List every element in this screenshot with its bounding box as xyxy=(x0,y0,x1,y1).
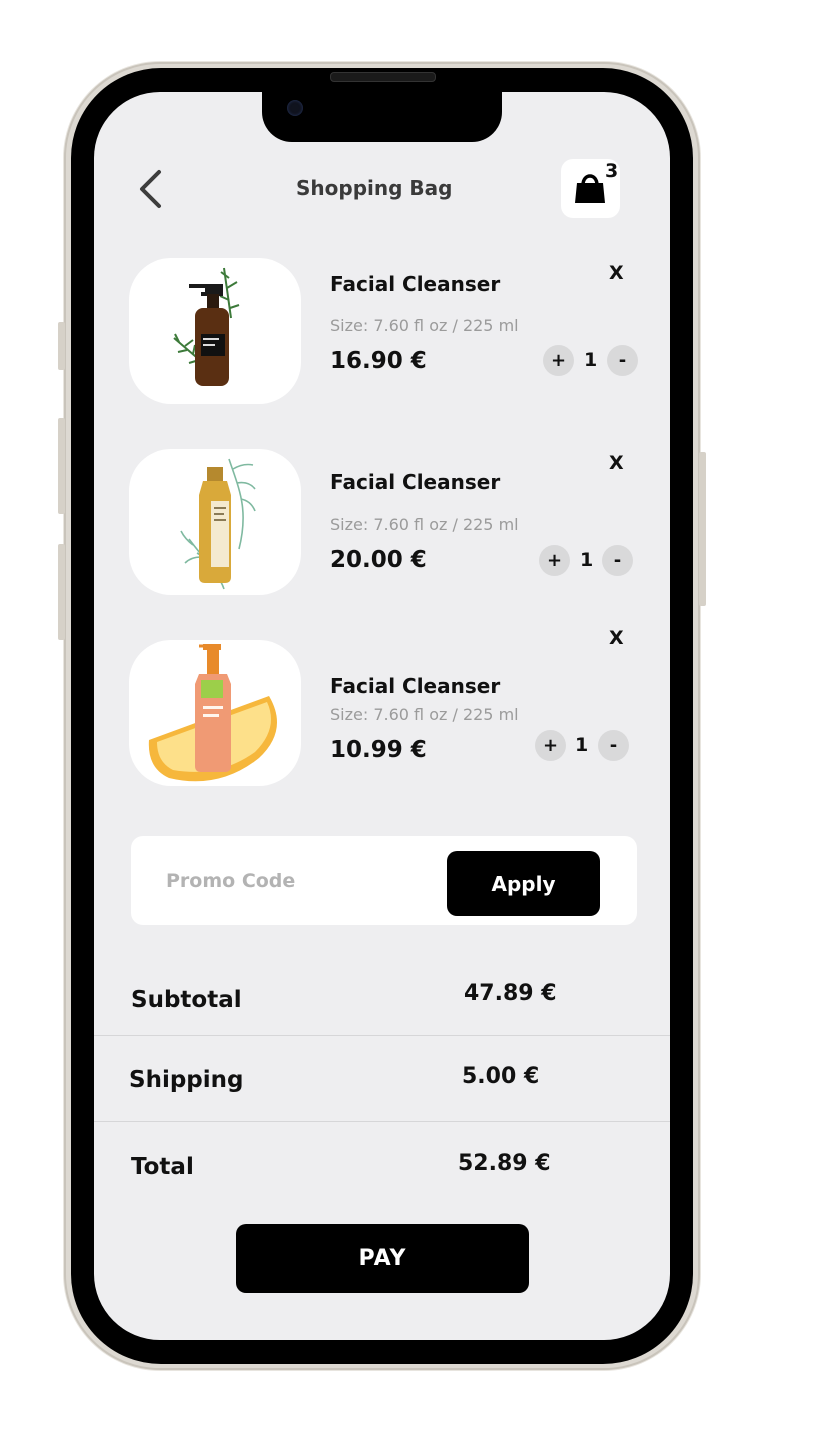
apply-promo-button[interactable]: Apply xyxy=(447,851,600,916)
divider xyxy=(94,1121,670,1122)
page-title: Shopping Bag xyxy=(296,176,453,200)
earpiece-speaker xyxy=(330,72,436,82)
decrease-quantity-button[interactable]: - xyxy=(602,545,633,576)
volume-up-button xyxy=(58,418,65,514)
shipping-value: 5.00 € xyxy=(462,1064,540,1089)
item-size: Size: 7.60 fl oz / 225 ml xyxy=(330,316,519,335)
mute-switch xyxy=(58,322,65,370)
orange-bottle-image xyxy=(148,644,277,782)
remove-item-button[interactable]: X xyxy=(609,262,624,284)
amber-bottle-image xyxy=(173,267,240,386)
golden-bottle-image xyxy=(180,458,256,590)
back-button[interactable] xyxy=(134,168,170,210)
increase-quantity-button[interactable]: + xyxy=(539,545,570,576)
item-name: Facial Cleanser xyxy=(330,674,501,698)
item-size: Size: 7.60 fl oz / 225 ml xyxy=(330,515,519,534)
quantity-value: 1 xyxy=(575,734,589,756)
promo-code-input[interactable] xyxy=(164,862,428,900)
product-image xyxy=(129,640,301,786)
divider xyxy=(94,1035,670,1036)
product-image xyxy=(129,258,301,404)
decrease-quantity-button[interactable]: - xyxy=(598,730,629,761)
increase-quantity-button[interactable]: + xyxy=(535,730,566,761)
remove-item-button[interactable]: X xyxy=(609,452,624,474)
bag-count-badge: 3 xyxy=(605,160,619,182)
item-price: 16.90 € xyxy=(330,348,427,374)
product-image xyxy=(129,449,301,595)
front-camera xyxy=(287,100,303,116)
subtotal-label: Subtotal xyxy=(131,987,242,1013)
increase-quantity-button[interactable]: + xyxy=(543,345,574,376)
power-button xyxy=(699,452,706,606)
item-size: Size: 7.60 fl oz / 225 ml xyxy=(330,705,519,724)
shipping-label: Shipping xyxy=(129,1067,244,1093)
total-label: Total xyxy=(131,1154,194,1180)
item-price: 10.99 € xyxy=(330,737,427,763)
total-value: 52.89 € xyxy=(458,1151,551,1176)
item-name: Facial Cleanser xyxy=(330,272,501,296)
decrease-quantity-button[interactable]: - xyxy=(607,345,638,376)
subtotal-value: 47.89 € xyxy=(464,981,557,1006)
item-name: Facial Cleanser xyxy=(330,470,501,494)
item-price: 20.00 € xyxy=(330,547,427,573)
quantity-value: 1 xyxy=(584,349,598,371)
volume-down-button xyxy=(58,544,65,640)
chevron-left-icon xyxy=(140,170,161,208)
remove-item-button[interactable]: X xyxy=(609,627,624,649)
notch xyxy=(262,90,502,142)
pay-button[interactable]: PAY xyxy=(236,1224,529,1293)
quantity-value: 1 xyxy=(580,549,594,571)
